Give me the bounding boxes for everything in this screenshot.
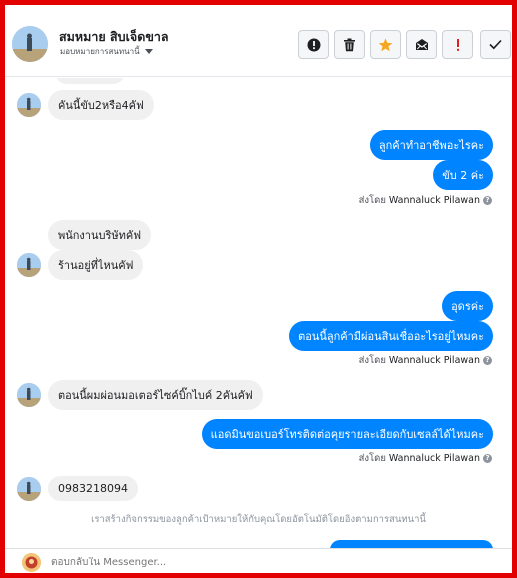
mark-unread-button[interactable] <box>406 30 437 59</box>
help-icon[interactable]: ? <box>483 356 492 365</box>
outgoing-message-bubble-partial <box>330 540 493 548</box>
contact-avatar-small <box>17 383 41 407</box>
info-button[interactable] <box>298 30 329 59</box>
help-icon[interactable]: ? <box>483 196 492 205</box>
page-avatar <box>22 553 41 572</box>
reply-input[interactable] <box>51 557 351 568</box>
trash-icon <box>344 38 355 51</box>
contact-avatar-small <box>17 476 41 501</box>
star-icon <box>378 38 393 51</box>
sent-by-label: ส่งโดย Wannaluck Pilawan ? <box>359 353 492 368</box>
done-button[interactable] <box>480 30 511 59</box>
assign-conversation-dropdown[interactable]: มอบหมายการสนทนานี้ <box>60 45 153 58</box>
reply-composer <box>5 548 512 573</box>
help-icon[interactable]: ? <box>483 454 492 463</box>
assign-label: มอบหมายการสนทนานี้ <box>60 47 140 56</box>
message-bubble[interactable]: 0983218094 <box>48 476 138 501</box>
outgoing-message-bubble[interactable]: ลูกค้าทำอาชีพอะไรคะ <box>369 130 493 160</box>
outgoing-message-bubble[interactable]: ขับ 2 ค่ะ <box>433 160 493 190</box>
caret-down-icon <box>144 49 153 54</box>
conversation-panel: สมหมาย สิบเจ็ดขาล มอบหมายการสนทนานี้ คัน… <box>5 5 512 573</box>
contact-avatar-small <box>17 253 41 277</box>
exclamation-circle-icon <box>307 38 320 51</box>
conversation-header: สมหมาย สิบเจ็ดขาล มอบหมายการสนทนานี้ <box>5 5 512 77</box>
sender-name: Wannaluck Pilawan <box>388 355 480 366</box>
contact-avatar[interactable] <box>12 26 48 62</box>
contact-name[interactable]: สมหมาย สิบเจ็ดขาล <box>59 27 169 47</box>
sender-name: Wannaluck Pilawan <box>388 453 480 464</box>
spam-button[interactable] <box>442 30 473 59</box>
outgoing-message-bubble[interactable]: ตอนนี้ลูกค้ามีผ่อนสินเชื่ออะไรอยู่ไหมคะ <box>289 321 493 351</box>
check-icon <box>489 39 502 50</box>
system-note: เราสร้างกิจกรรมของลูกค้าเป้าหมายให้กับคุ… <box>91 514 426 525</box>
incoming-message: ตอนนี้ผมผ่อนมอเตอร์ไซค์บิ๊กไบค์ 2คันคัฟ <box>17 380 263 410</box>
incoming-message: คันนี้ขับ2หรือ4คัฟ <box>17 90 154 120</box>
sender-name: Wannaluck Pilawan <box>388 195 480 206</box>
outgoing-message-bubble[interactable]: แอดมินขอเบอร์โทรติดต่อคุยรายละเอียดกับเซ… <box>201 419 493 449</box>
message-bubble[interactable]: พนักงานบริษัทคัฟ <box>48 220 152 250</box>
incoming-message: ร้านอยู่ที่ไหนคัฟ <box>17 250 144 280</box>
trash-button[interactable] <box>334 30 365 59</box>
sent-by-label: ส่งโดย Wannaluck Pilawan ? <box>359 451 492 466</box>
outgoing-message-bubble[interactable]: อุดรค่ะ <box>442 291 493 321</box>
incoming-message: 0983218094 <box>17 476 138 501</box>
message-thread[interactable]: คันนี้ขับ2หรือ4คัฟ ลูกค้าทำอาชีพอะไรคะ ข… <box>5 78 512 548</box>
message-bubble[interactable]: ตอนนี้ผมผ่อนมอเตอร์ไซค์บิ๊กไบค์ 2คันคัฟ <box>48 380 263 410</box>
star-button[interactable] <box>370 30 401 59</box>
contact-avatar-small <box>17 93 41 117</box>
envelope-icon <box>415 39 428 50</box>
message-bubble[interactable]: คันนี้ขับ2หรือ4คัฟ <box>48 90 154 120</box>
message-bubble-partial <box>55 78 125 84</box>
message-bubble[interactable]: ร้านอยู่ที่ไหนคัฟ <box>48 250 144 280</box>
exclamation-icon <box>456 38 459 51</box>
incoming-message: พนักงานบริษัทคัฟ <box>17 220 152 250</box>
sent-by-label: ส่งโดย Wannaluck Pilawan ? <box>359 193 492 208</box>
